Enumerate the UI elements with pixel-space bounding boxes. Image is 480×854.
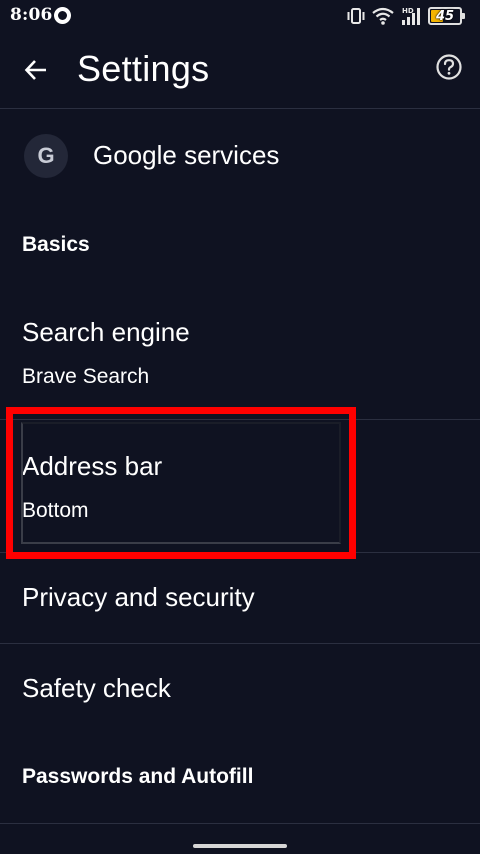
privacy-security-title: Privacy and security: [22, 582, 255, 612]
address-bar-value: Bottom: [22, 499, 89, 522]
gesture-nav-bar[interactable]: [193, 844, 287, 848]
google-services-item[interactable]: G Google services: [0, 109, 480, 205]
google-icon: G: [24, 134, 68, 178]
safety-check-title: Safety check: [22, 673, 171, 703]
address-bar-item[interactable]: Address bar Bottom: [0, 420, 480, 552]
safety-check-item[interactable]: Safety check: [0, 644, 480, 734]
page-title: Settings: [77, 48, 210, 89]
arrow-left-icon: [24, 60, 46, 80]
back-button[interactable]: [18, 52, 54, 88]
google-services-label: Google services: [93, 140, 280, 170]
battery-level: 45: [435, 8, 455, 24]
search-engine-value: Brave Search: [22, 365, 150, 388]
vibrate-icon: [347, 8, 365, 24]
status-icons: HD 45: [346, 4, 465, 28]
section-header-passwords: Passwords and Autofill: [22, 765, 254, 788]
divider: [0, 823, 480, 824]
address-bar-title: Address bar: [22, 451, 163, 481]
app-bar: Settings: [0, 32, 480, 108]
app-notification-icon: [54, 7, 71, 24]
battery-icon: 45: [428, 7, 465, 25]
signal-icon: HD: [402, 7, 420, 25]
status-bar: 8:06 HD 45: [0, 0, 480, 32]
privacy-security-item[interactable]: Privacy and security: [0, 553, 480, 643]
status-time: 8:06: [10, 5, 53, 25]
help-circle-icon: [436, 54, 462, 80]
wifi-icon: [372, 7, 394, 25]
search-engine-title: Search engine: [22, 317, 190, 347]
section-header-basics: Basics: [22, 233, 90, 256]
help-button[interactable]: [434, 52, 464, 82]
search-engine-item[interactable]: Search engine Brave Search: [0, 300, 480, 419]
